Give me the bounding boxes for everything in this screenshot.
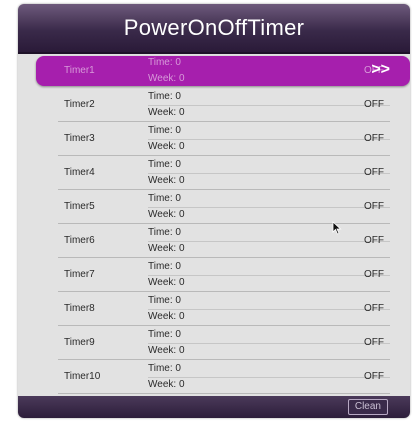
timer-row-7[interactable]: Timer7 Time: 0 Week: 0 OFF [18,258,410,292]
timer-time: Time: 0 [148,295,181,306]
timer-week: Week: 0 [148,73,185,84]
timer-name: Timer6 [64,235,95,246]
timer-week: Week: 0 [148,277,185,288]
timer-time: Time: 0 [148,91,181,102]
timer-name: Timer9 [64,337,95,348]
timer-week: Week: 0 [148,175,185,186]
row-mid-divider [148,139,390,140]
timer-name: Timer3 [64,133,95,144]
timer-row-9[interactable]: Timer9 Time: 0 Week: 0 OFF [18,326,410,360]
timer-time: Time: 0 [148,57,181,68]
timer-state: OFF [364,371,384,382]
timer-week: Week: 0 [148,379,185,390]
timer-name: Timer5 [64,201,95,212]
row-mid-divider [148,241,390,242]
timer-time: Time: 0 [148,159,181,170]
timer-week: Week: 0 [148,209,185,220]
dialog-title: PowerOnOffTimer [18,4,410,52]
timer-name: Timer10 [64,371,101,382]
timer-row-5[interactable]: Timer5 Time: 0 Week: 0 OFF [18,190,410,224]
timer-row-4[interactable]: Timer4 Time: 0 Week: 0 OFF [18,156,410,190]
timer-time: Time: 0 [148,193,181,204]
mouse-pointer-icon [332,221,342,235]
timer-name: Timer2 [64,99,95,110]
timer-state: OFF [364,99,384,110]
timer-time: Time: 0 [148,227,181,238]
timer-name: Timer4 [64,167,95,178]
timer-row-8[interactable]: Timer8 Time: 0 Week: 0 OFF [18,292,410,326]
double-chevron-right-icon[interactable]: >> [371,59,390,81]
timer-time: Time: 0 [148,329,181,340]
row-mid-divider [148,105,390,106]
row-mid-divider [148,275,390,276]
timer-name: Timer1 [64,65,95,76]
timer-row-1[interactable]: Timer1 Time: 0 Week: 0 OFF >> [18,54,410,88]
timer-week: Week: 0 [148,345,185,356]
timer-week: Week: 0 [148,141,185,152]
timer-state: OFF [364,201,384,212]
timer-row-10[interactable]: Timer10 Time: 0 Week: 0 OFF [18,360,410,394]
timer-name: Timer7 [64,269,95,280]
timer-row-6[interactable]: Timer6 Time: 0 Week: 0 OFF [18,224,410,258]
timer-name: Timer8 [64,303,95,314]
timer-time: Time: 0 [148,261,181,272]
row-mid-divider [148,377,390,378]
timer-state: OFF [364,133,384,144]
timer-week: Week: 0 [148,311,185,322]
clean-button[interactable]: Clean [347,399,388,415]
timer-list: Timer1 Time: 0 Week: 0 OFF >> Timer2 Tim… [18,54,410,394]
timer-time: Time: 0 [148,125,181,136]
row-mid-divider [148,309,390,310]
power-on-off-timer-dialog: PowerOnOffTimer Timer1 Time: 0 Week: 0 O… [18,4,410,418]
timer-row-3[interactable]: Timer3 Time: 0 Week: 0 OFF [18,122,410,156]
row-divider [58,393,390,394]
row-mid-divider [148,173,390,174]
timer-row-2[interactable]: Timer2 Time: 0 Week: 0 OFF [18,88,410,122]
timer-week: Week: 0 [148,243,185,254]
bottom-bar: Clean [18,396,410,418]
timer-time: Time: 0 [148,363,181,374]
timer-state: OFF [364,167,384,178]
timer-week: Week: 0 [148,107,185,118]
timer-state: OFF [364,303,384,314]
timer-state: OFF [364,337,384,348]
timer-state: OFF [364,235,384,246]
timer-state: OFF [364,269,384,280]
row-mid-divider [148,343,390,344]
row-mid-divider [148,207,390,208]
